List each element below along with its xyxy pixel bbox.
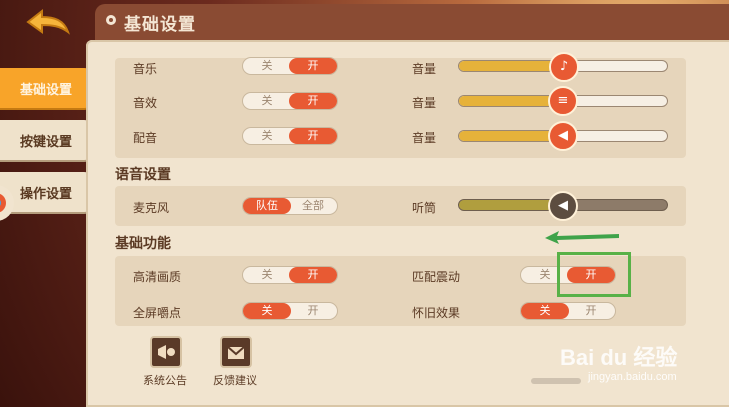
feedback-label: 反馈建议 [213,374,257,387]
tab-basic-settings[interactable]: 基础设置 [0,68,92,108]
voiceover-toggle[interactable]: 关 开 [242,127,338,145]
voiceover-label: 配音 [133,131,158,145]
green-arrow-annotation [545,231,619,244]
sound-section [115,58,686,158]
voice-section-title: 语音设置 [115,167,171,183]
match-vibration-label: 匹配震动 [412,270,461,284]
retro-effect-toggle[interactable]: 关 开 [520,302,616,320]
fullscreen-label: 全屏嚼点 [133,306,182,320]
mic-label: 麦克风 [133,201,170,215]
voiceover-volume-label: 音量 [412,131,437,145]
tab-key-settings[interactable]: 按键设置 [0,120,92,160]
highlight-box-annotation [557,252,631,297]
speaker-muted-icon[interactable]: ◀ [548,191,578,221]
hd-quality-toggle[interactable]: 关 开 [242,266,338,284]
back-arrow-icon[interactable] [24,8,70,38]
music-label: 音乐 [133,62,158,76]
baidu-watermark-url: jingyan.baidu.com [588,371,677,383]
announcement-icon[interactable] [150,336,182,368]
music-toggle[interactable]: 关 开 [242,57,338,75]
basic-section-title: 基础功能 [115,236,171,252]
feedback-icon[interactable] [220,336,252,368]
sfx-volume-label: 音量 [412,96,437,110]
retro-effect-label: 怀旧效果 [412,306,461,320]
gear-icon [106,15,116,25]
announcement-label: 系统公告 [143,374,187,387]
music-volume-label: 音量 [412,62,437,76]
fullscreen-toggle[interactable]: 关 开 [242,302,338,320]
mic-toggle[interactable]: 队伍 全部 [242,197,338,215]
music-note-icon[interactable]: ♪ [549,52,579,82]
sfx-label: 音效 [133,96,158,110]
hd-quality-label: 高清画质 [133,270,182,284]
sfx-toggle[interactable]: 关 开 [242,92,338,110]
page-title: 基础设置 [124,15,196,35]
earpiece-label: 听筒 [412,201,437,215]
color-wheel-icon [0,185,14,221]
blurred-text [531,378,581,384]
speaker-icon[interactable]: ◀ [548,121,578,151]
equalizer-icon[interactable]: ≡ [548,86,578,116]
baidu-watermark: Bai du 经验 [560,345,678,370]
